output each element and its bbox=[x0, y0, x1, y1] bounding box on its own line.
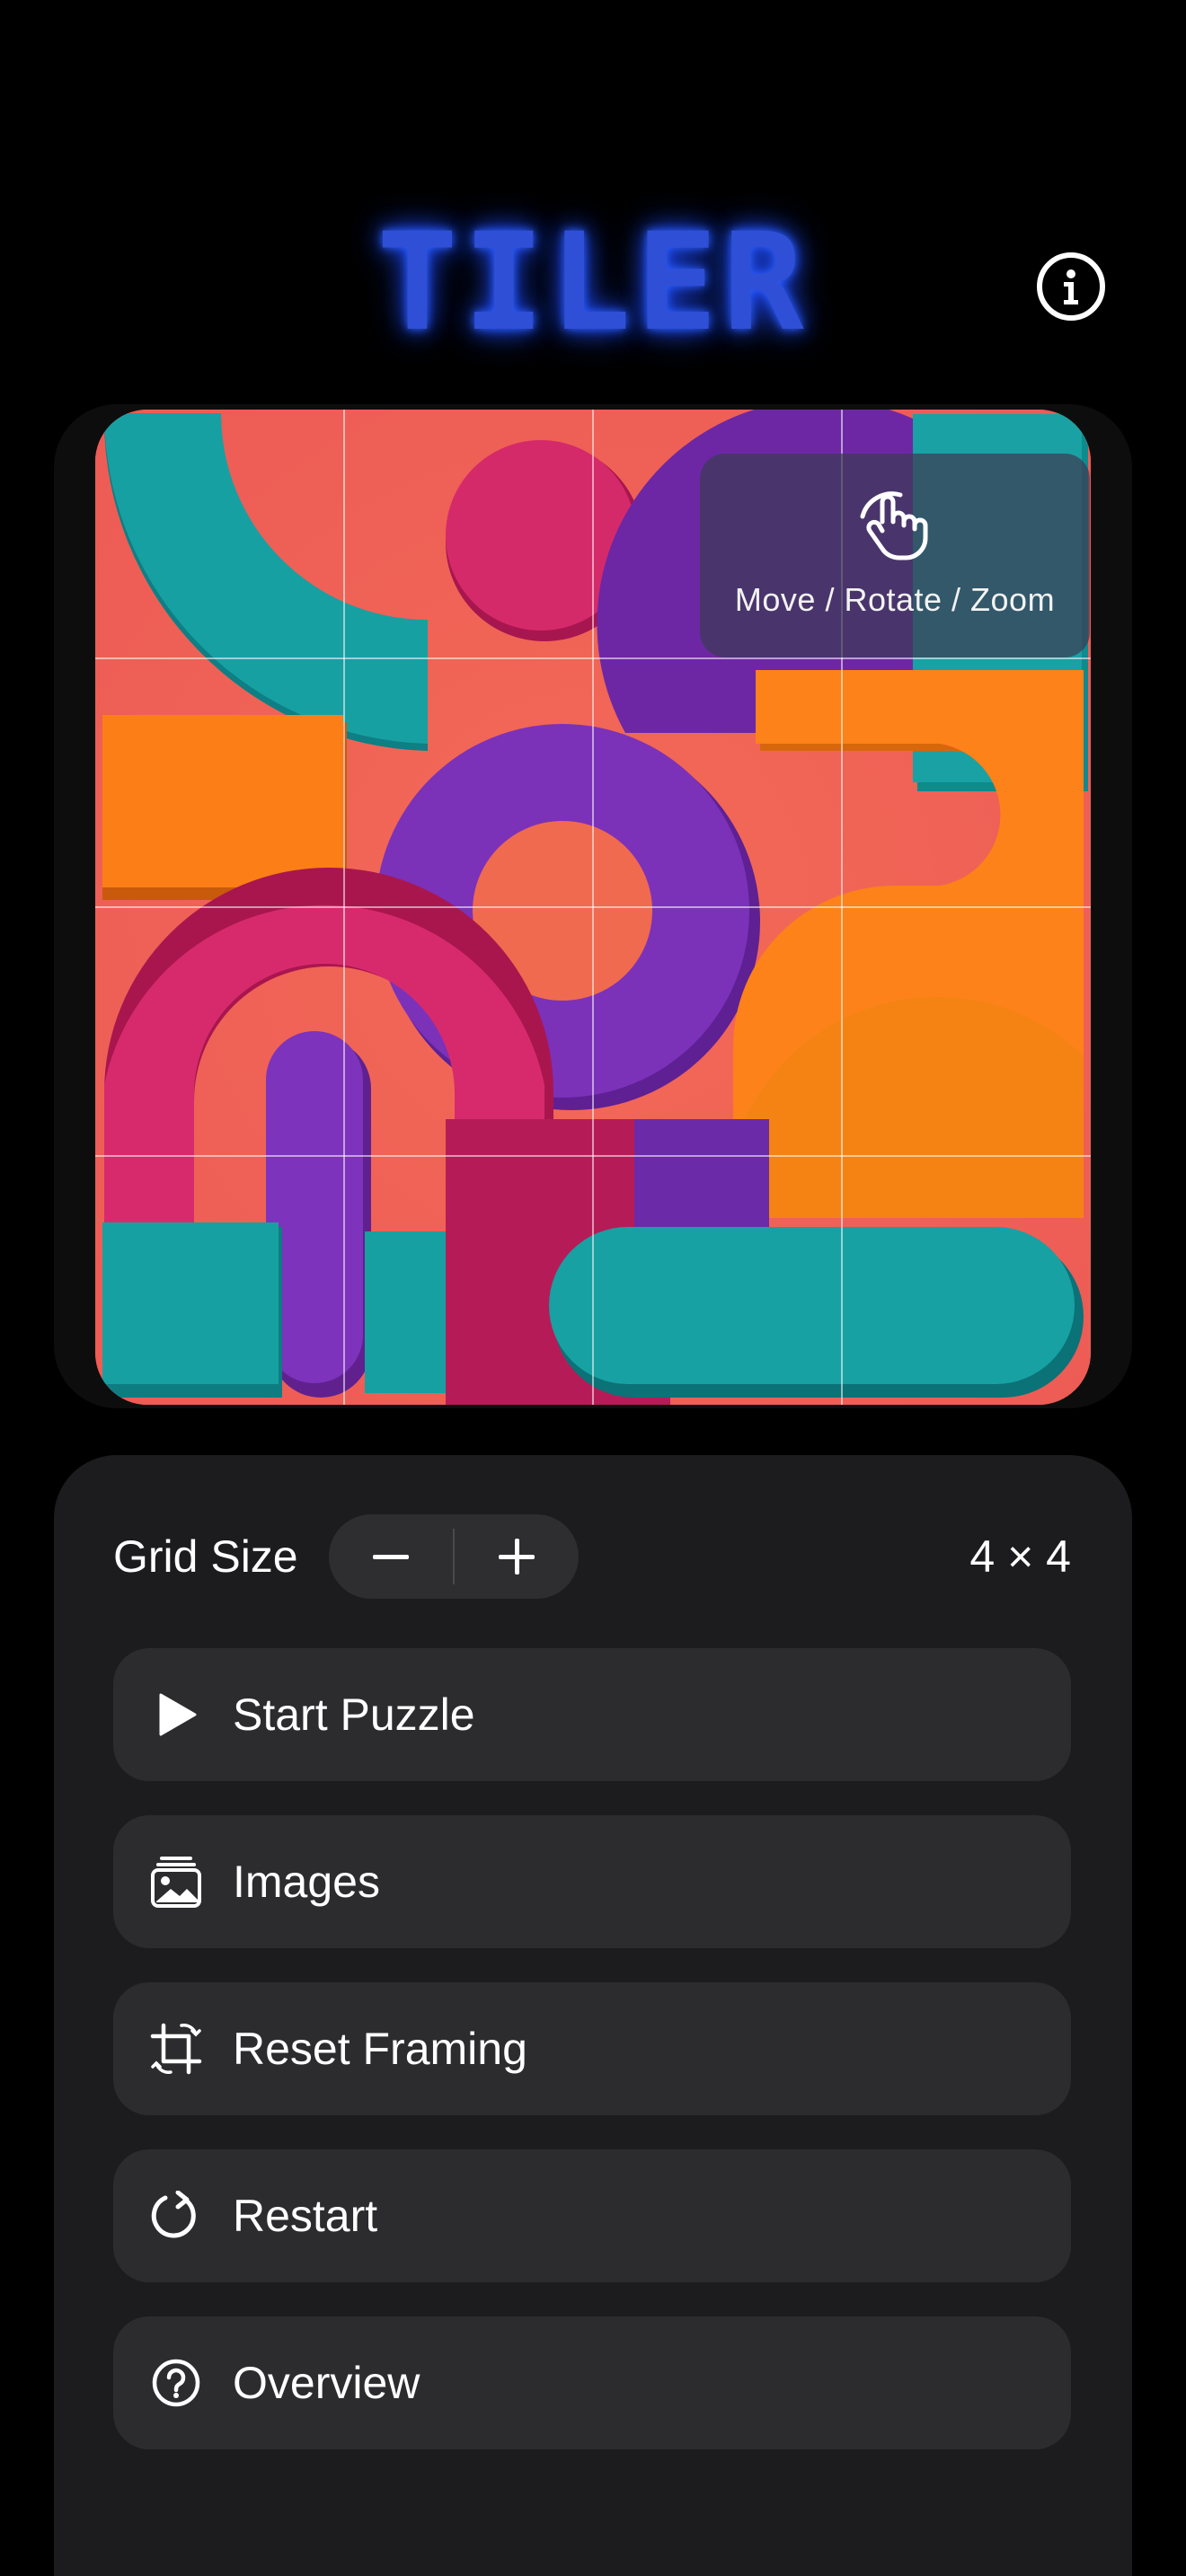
info-button[interactable] bbox=[1037, 252, 1105, 321]
start-puzzle-button[interactable]: Start Puzzle bbox=[113, 1648, 1071, 1781]
start-puzzle-label: Start Puzzle bbox=[233, 1689, 475, 1740]
images-button[interactable]: Images bbox=[113, 1815, 1071, 1948]
plus-icon bbox=[499, 1539, 535, 1575]
grid-size-decrease-button[interactable] bbox=[329, 1514, 453, 1599]
restart-button[interactable]: Restart bbox=[113, 2149, 1071, 2282]
grid-size-row: Grid Size 4 × 4 bbox=[113, 1514, 1071, 1599]
hand-gesture-icon bbox=[860, 491, 928, 560]
crop-rotate-icon bbox=[149, 2022, 203, 2076]
grid-size-stepper bbox=[329, 1514, 579, 1599]
images-label: Images bbox=[233, 1857, 380, 1907]
grid-size-increase-button[interactable] bbox=[455, 1514, 579, 1599]
gesture-hint-label: Move / Rotate / Zoom bbox=[734, 581, 1056, 618]
reset-framing-button[interactable]: Reset Framing bbox=[113, 1982, 1071, 2115]
question-circle-icon bbox=[149, 2356, 203, 2410]
overview-button[interactable]: Overview bbox=[113, 2316, 1071, 2449]
overview-label: Overview bbox=[233, 2358, 420, 2408]
minus-icon bbox=[373, 1555, 409, 1559]
restart-icon bbox=[149, 2189, 203, 2243]
play-icon bbox=[149, 1688, 203, 1742]
app-logo: TILER bbox=[376, 205, 810, 361]
grid-size-value: 4 × 4 bbox=[969, 1531, 1071, 1582]
photo-stack-icon bbox=[149, 1855, 203, 1909]
grid-size-label: Grid Size bbox=[113, 1531, 298, 1582]
gesture-hint: Move / Rotate / Zoom bbox=[700, 454, 1090, 657]
info-icon bbox=[1064, 269, 1078, 304]
reset-framing-label: Reset Framing bbox=[233, 2024, 527, 2074]
restart-label: Restart bbox=[233, 2191, 378, 2241]
